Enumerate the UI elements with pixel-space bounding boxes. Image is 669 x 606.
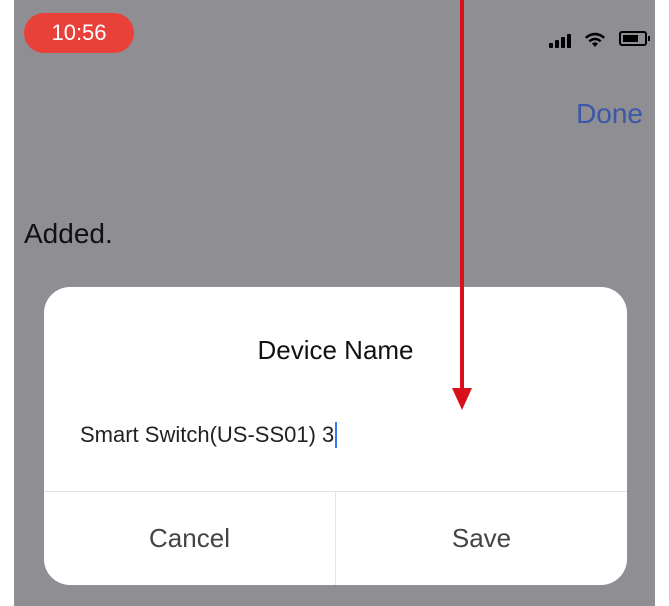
annotation-arrow-icon bbox=[452, 0, 472, 410]
battery-icon bbox=[619, 31, 650, 46]
device-name-dialog: Device Name Smart Switch(US-SS01) 3 Canc… bbox=[44, 287, 627, 585]
signal-icon bbox=[549, 32, 571, 48]
status-icons bbox=[549, 18, 650, 48]
device-name-input[interactable]: Smart Switch(US-SS01) 3 bbox=[80, 417, 591, 453]
text-cursor bbox=[335, 422, 338, 449]
phone-screen: 10:56 Done Added. Device Name Smart Swit… bbox=[14, 0, 655, 606]
status-time: 10:56 bbox=[24, 13, 134, 53]
added-status-text: Added. bbox=[24, 218, 113, 249]
device-name-value: Smart Switch(US-SS01) 3 bbox=[80, 422, 335, 447]
done-button[interactable]: Done bbox=[576, 98, 643, 130]
cancel-button[interactable]: Cancel bbox=[44, 492, 335, 585]
dialog-title: Device Name bbox=[257, 335, 414, 365]
save-button[interactable]: Save bbox=[336, 492, 627, 585]
wifi-icon bbox=[585, 32, 605, 47]
